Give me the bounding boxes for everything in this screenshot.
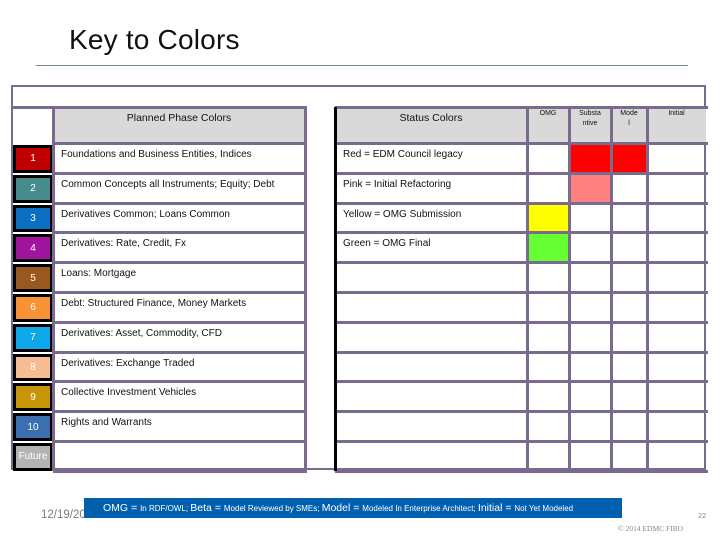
- grid-line: [53, 201, 307, 205]
- phase-label: Collective Investment Vehicles: [61, 387, 197, 399]
- phase-swatch: 3: [13, 204, 53, 233]
- grid-line: [53, 440, 307, 443]
- phase-label: Rights and Warrants: [61, 417, 152, 429]
- title-divider: [36, 65, 688, 66]
- phase-swatch: 5: [13, 264, 53, 292]
- phase-number: 3: [30, 212, 36, 224]
- phase-number: 2: [30, 183, 36, 195]
- grid-line: [53, 469, 307, 473]
- banner-text: Model =: [321, 502, 363, 514]
- status-label: Red = EDM Council legacy: [343, 149, 463, 160]
- phase-label: Foundations and Business Entities, Indic…: [61, 149, 252, 160]
- phase-label: Debt: Structured Finance, Money Markets: [61, 298, 247, 309]
- grid-line: [334, 107, 337, 471]
- phase-label: Derivatives Common; Loans Common: [61, 208, 230, 220]
- phase-number: 5: [30, 272, 36, 284]
- banner-text: Not Yet Modeled: [514, 503, 574, 513]
- grid-line: [53, 320, 307, 324]
- phase-swatch: 4: [13, 234, 53, 263]
- grid-line: [335, 469, 708, 473]
- status-label: Green = OMG Final: [343, 238, 431, 250]
- grid-line: [304, 107, 307, 471]
- banner-text: Model Reviewed by SMEs;: [223, 503, 322, 513]
- grid-line: [646, 107, 649, 471]
- phase-number: 8: [30, 361, 36, 373]
- grid-line: [610, 107, 613, 471]
- phase-number: 4: [30, 242, 36, 254]
- status-column-header: OMG: [539, 110, 557, 117]
- grid-line: [335, 261, 708, 265]
- grid-line: [53, 171, 307, 175]
- grid-line: [335, 350, 708, 354]
- grid-line: [53, 261, 307, 265]
- grid-line: [335, 201, 708, 205]
- planned-phase-header-label: Planned Phase Colors: [126, 112, 232, 124]
- banner-text: Beta =: [190, 502, 224, 514]
- phase-swatch: 2: [13, 174, 53, 203]
- phase-number: 10: [27, 421, 39, 433]
- phase-label: Common Concepts all Instruments; Equity;…: [61, 178, 275, 190]
- phase-number: 7: [30, 332, 36, 344]
- phase-swatch: 1: [13, 145, 53, 173]
- phase-swatch: 7: [13, 323, 53, 352]
- legend-banner: OMG = In RDF/OWL; Beta = Model Reviewed …: [84, 498, 622, 518]
- phase-label: Derivatives: Exchange Traded: [61, 357, 195, 369]
- grid-line: [53, 142, 307, 145]
- grid-line: [335, 171, 708, 175]
- grid-line: [335, 106, 708, 109]
- grid-line: [335, 291, 708, 294]
- grid-line: [526, 107, 529, 471]
- grid-line: [53, 410, 307, 414]
- grid-line: [568, 107, 571, 471]
- grid-line: [52, 107, 55, 471]
- grid-line: [53, 291, 307, 294]
- status-swatch: [613, 145, 648, 174]
- status-swatch: [571, 174, 612, 204]
- status-swatch: [571, 145, 612, 174]
- phase-swatch: 10: [13, 413, 53, 441]
- phase-number: 1: [30, 153, 36, 165]
- page-title: Key to Colors: [69, 24, 240, 55]
- grid-line: [335, 380, 708, 384]
- planned-phase-header: Planned Phase Colors: [53, 107, 305, 143]
- grid-line: [53, 350, 307, 354]
- grid-line: [53, 380, 307, 384]
- status-column-header: Mode l: [620, 110, 638, 127]
- phase-swatch: 8: [13, 353, 53, 382]
- phase-label: Derivatives: Rate, Credit, Fx: [61, 238, 187, 250]
- grid-line: [53, 231, 307, 235]
- phase-number: 9: [30, 391, 36, 403]
- grid-line: [335, 320, 708, 324]
- status-swatch: [529, 204, 570, 234]
- grid-line: [335, 410, 708, 414]
- grid-line: [335, 440, 708, 443]
- phase-number: 6: [30, 302, 36, 314]
- grid-line: [335, 231, 708, 235]
- status-header-label: Status Colors: [399, 112, 463, 124]
- phase-swatch: 9: [13, 383, 53, 412]
- status-swatch: [529, 234, 570, 264]
- phase-number: Future: [18, 451, 48, 463]
- status-column-header: Substa ntive: [579, 110, 601, 127]
- status-column-header: Initial: [668, 110, 685, 117]
- status-label: Pink = Initial Refactoring: [343, 178, 452, 190]
- grid-line: [12, 106, 307, 109]
- phase-swatch: 6: [13, 294, 53, 322]
- status-label: Yellow = OMG Submission: [343, 208, 462, 220]
- banner-text: In RDF/OWL;: [140, 503, 191, 513]
- grid-line: [335, 142, 708, 145]
- phase-swatch: Future: [13, 443, 53, 471]
- phase-label: Loans: Mortgage: [61, 268, 137, 280]
- page-number: 22: [698, 511, 707, 520]
- banner-text: Modeled In Enterprise Architect;: [362, 503, 478, 513]
- banner-text: Initial =: [477, 502, 515, 514]
- copyright: © 2014 EDMC FIBO: [618, 524, 684, 533]
- banner-text: OMG =: [103, 502, 141, 514]
- phase-label: Derivatives: Asset, Commodity, CFD: [61, 327, 222, 339]
